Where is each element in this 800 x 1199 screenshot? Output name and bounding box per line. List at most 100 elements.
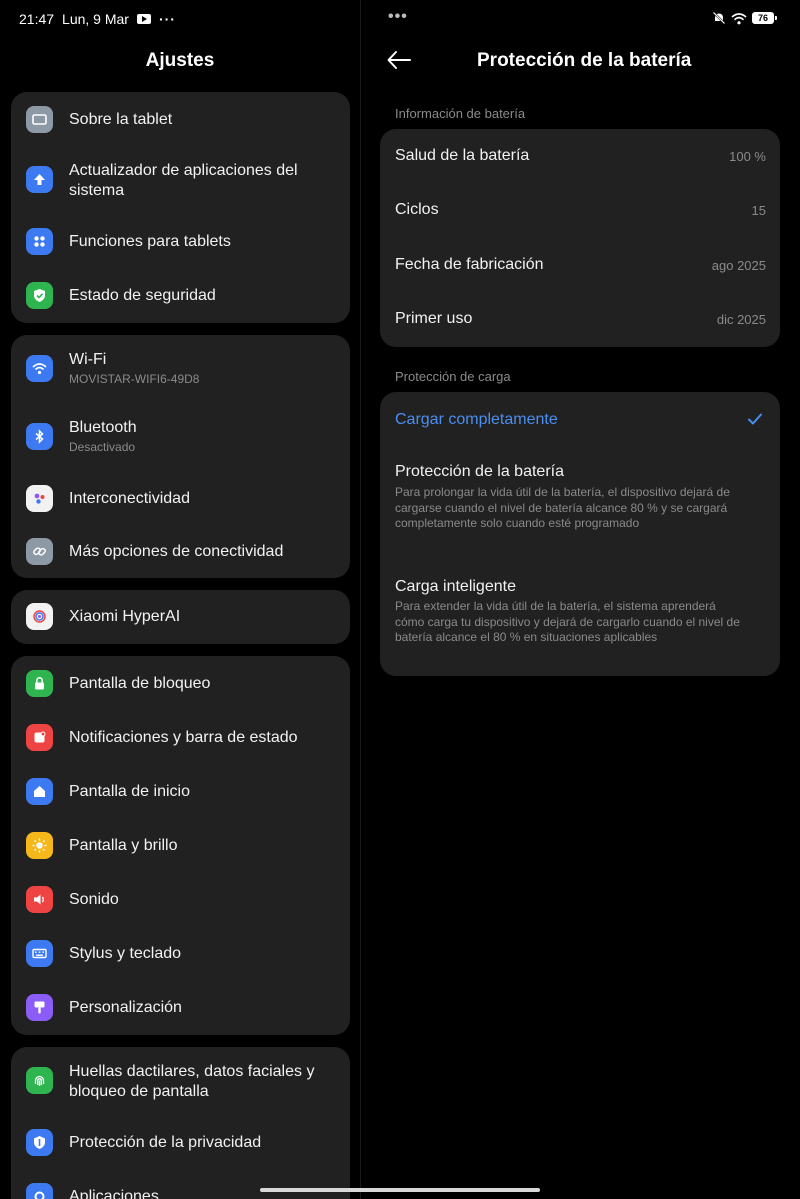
status-bar-right: 76 xyxy=(712,11,777,25)
bell-muted-icon xyxy=(712,11,726,25)
section-label-battery-info: Información de batería xyxy=(395,106,526,121)
row-value: ago 2025 xyxy=(711,258,766,273)
option-description: Para extender la vida útil de la batería… xyxy=(395,599,740,644)
section-label-charge-protection: Protección de carga xyxy=(395,369,511,384)
row-label: Ciclos xyxy=(395,201,439,218)
fingerprint-icon xyxy=(26,1067,53,1094)
pane-handle[interactable]: ••• xyxy=(388,8,408,26)
wifi-icon xyxy=(26,355,53,382)
page-title: Ajustes xyxy=(145,50,215,71)
status-time: 21:47 xyxy=(19,11,55,27)
hyperai-icon xyxy=(26,603,53,630)
settings-item-label: Pantalla de inicio xyxy=(69,783,190,800)
settings-group-device: Sobre la tablet Actualizador de aplicaci… xyxy=(11,92,350,323)
settings-item-label: Huellas dactilares, datos faciales y blo… xyxy=(69,1063,315,1100)
settings-group-privacy: Huellas dactilares, datos faciales y blo… xyxy=(11,1047,350,1199)
youtube-icon xyxy=(136,14,151,24)
keyboard-icon xyxy=(26,940,53,967)
row-value: 15 xyxy=(751,203,766,218)
settings-item-label: Estado de seguridad xyxy=(69,287,216,304)
wifi-status-icon xyxy=(731,12,747,24)
option-title: Protección de la batería xyxy=(395,463,564,480)
settings-item-label: Pantalla y brillo xyxy=(69,837,178,854)
brush-icon xyxy=(26,994,53,1021)
settings-item-label: Stylus y teclado xyxy=(69,945,182,962)
checkmark-icon xyxy=(748,413,762,425)
shield-check-icon xyxy=(26,282,53,309)
settings-item-about[interactable]: Sobre la tablet xyxy=(11,92,350,146)
settings-item-display-brightness[interactable]: Pantalla y brillo xyxy=(11,818,350,872)
settings-item-home-screen[interactable]: Pantalla de inicio xyxy=(11,764,350,818)
settings-item-more-connectivity[interactable]: Más opciones de conectividad xyxy=(11,525,350,578)
option-battery-protection[interactable]: Protección de la batería Para prolongar … xyxy=(380,448,780,562)
battery-info-card: Salud de la batería 100 % Ciclos 15 Fech… xyxy=(380,129,780,347)
interconnect-icon xyxy=(26,485,53,512)
settings-item-hyperai[interactable]: Xiaomi HyperAI xyxy=(11,590,350,644)
settings-item-privacy[interactable]: Protección de la privacidad xyxy=(11,1115,350,1169)
tablet-icon xyxy=(26,106,53,133)
row-value: dic 2025 xyxy=(716,312,766,327)
settings-item-label: Personalización xyxy=(69,999,182,1016)
settings-item-interconnectivity[interactable]: Interconectividad xyxy=(11,471,350,525)
settings-group-ai: Xiaomi HyperAI xyxy=(11,590,350,644)
option-title: Cargar completamente xyxy=(395,411,558,428)
link-icon xyxy=(26,538,53,565)
manufacture-date-row: Fecha de fabricación ago 2025 xyxy=(380,238,780,292)
settings-item-label: Xiaomi HyperAI xyxy=(69,608,181,625)
arrow-up-icon xyxy=(26,166,53,193)
settings-item-wifi[interactable]: Wi-Fi MOVISTAR-WIFI6-49D8 xyxy=(11,335,350,403)
settings-item-stylus-keyboard[interactable]: Stylus y teclado xyxy=(11,926,350,980)
row-label: Fecha de fabricación xyxy=(395,256,544,273)
wifi-network-name: MOVISTAR-WIFI6-49D8 xyxy=(69,372,200,386)
battery-icon: 76 xyxy=(752,12,777,24)
settings-item-label: Wi-Fi xyxy=(69,351,107,368)
settings-item-sound[interactable]: Sonido xyxy=(11,872,350,926)
grid-icon xyxy=(26,228,53,255)
option-title: Carga inteligente xyxy=(395,578,516,595)
settings-item-bluetooth[interactable]: Bluetooth Desactivado xyxy=(11,403,350,471)
option-smart-charge[interactable]: Carga inteligente Para extender la vida … xyxy=(380,562,780,676)
settings-group-connectivity: Wi-Fi MOVISTAR-WIFI6-49D8 Bluetooth Desa… xyxy=(11,335,350,578)
row-label: Salud de la batería xyxy=(395,147,530,164)
option-full-charge[interactable]: Cargar completamente xyxy=(380,392,780,448)
settings-item-lock-screen[interactable]: Pantalla de bloqueo xyxy=(11,656,350,710)
settings-item-notifications[interactable]: Notificaciones y barra de estado xyxy=(11,710,350,764)
page-title: Protección de la batería xyxy=(477,50,692,71)
settings-item-label: Sobre la tablet xyxy=(69,111,173,128)
apps-icon xyxy=(26,1183,53,1199)
battery-cycles-row: Ciclos 15 xyxy=(380,183,780,237)
settings-item-label: Bluetooth xyxy=(69,419,137,436)
battery-health-row: Salud de la batería 100 % xyxy=(380,129,780,183)
status-date: Lun, 9 Mar xyxy=(62,11,129,27)
settings-pane: 21:47 Lun, 9 Mar ··· Ajustes Sobre la ta… xyxy=(0,0,360,1199)
settings-item-label: Sonido xyxy=(69,891,119,908)
settings-item-apps[interactable]: Aplicaciones xyxy=(11,1169,350,1199)
sun-icon xyxy=(26,832,53,859)
back-arrow-icon[interactable] xyxy=(385,48,413,72)
settings-item-label: Protección de la privacidad xyxy=(69,1134,262,1151)
settings-item-personalization[interactable]: Personalización xyxy=(11,980,350,1035)
settings-item-label: Notificaciones y barra de estado xyxy=(69,729,298,746)
status-more: ··· xyxy=(158,11,176,27)
home-icon xyxy=(26,778,53,805)
row-value: 100 % xyxy=(729,149,766,164)
bluetooth-status: Desactivado xyxy=(69,440,136,454)
option-description: Para prolongar la vida útil de la baterí… xyxy=(395,485,730,530)
first-use-row: Primer uso dic 2025 xyxy=(380,292,780,346)
settings-item-system-app-updater[interactable]: Actualizador de aplicaciones del sistema xyxy=(11,146,350,214)
settings-item-label: Actualizador de aplicaciones del sistema xyxy=(69,162,298,199)
lock-icon xyxy=(26,670,53,697)
settings-item-label: Pantalla de bloqueo xyxy=(69,675,211,692)
speaker-icon xyxy=(26,886,53,913)
settings-item-label: Más opciones de conectividad xyxy=(69,543,284,560)
settings-item-security-status[interactable]: Estado de seguridad xyxy=(11,268,350,323)
settings-item-label: Funciones para tablets xyxy=(69,233,231,250)
row-label: Primer uso xyxy=(395,310,473,327)
settings-item-tablet-features[interactable]: Funciones para tablets xyxy=(11,214,350,268)
home-indicator[interactable] xyxy=(260,1188,540,1192)
charge-options-card: Cargar completamente Protección de la ba… xyxy=(380,392,780,676)
privacy-icon xyxy=(26,1129,53,1156)
bluetooth-icon xyxy=(26,423,53,450)
settings-item-biometrics[interactable]: Huellas dactilares, datos faciales y blo… xyxy=(11,1047,350,1115)
settings-item-label: Interconectividad xyxy=(69,490,190,507)
